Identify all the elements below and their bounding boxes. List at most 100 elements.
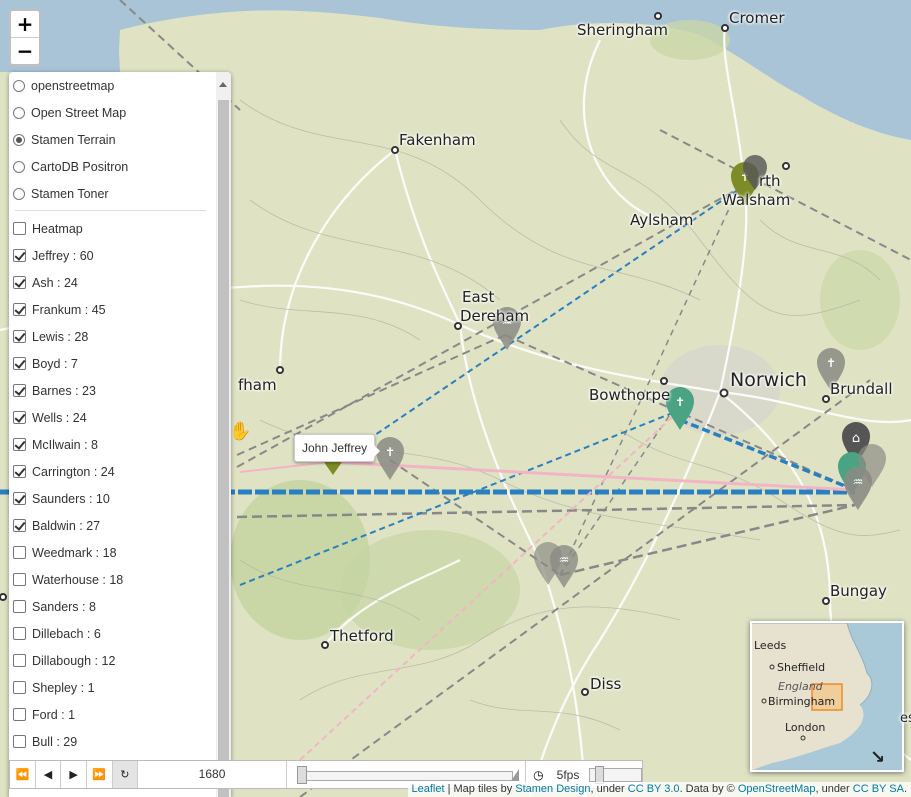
city-label: Bungay <box>830 582 887 600</box>
radio-button[interactable] <box>13 106 25 119</box>
layers-control: openstreetmap Open Street Map Stamen Terra… <box>9 72 231 797</box>
cc-by-link[interactable]: CC BY 3.0 <box>628 783 680 795</box>
checkbox[interactable] <box>13 249 26 262</box>
city-label: Sheringham <box>577 21 668 39</box>
zoom-out-button[interactable]: − <box>11 37 39 64</box>
overlay-layer-label: Wells : 24 <box>32 410 87 425</box>
city-label: Brundall <box>830 380 893 398</box>
radio-button[interactable] <box>13 187 25 200</box>
overlay-layer-option[interactable]: McIlwain : 8 <box>9 431 214 458</box>
overlay-layer-label: Waterhouse : 18 <box>32 572 124 587</box>
checkbox[interactable] <box>13 708 26 721</box>
base-layer-option[interactable]: Open Street Map <box>9 99 214 126</box>
checkbox[interactable] <box>13 654 26 667</box>
minimap-toggle-icon[interactable]: ↘ <box>870 747 885 768</box>
checkbox[interactable] <box>13 573 26 586</box>
minimap-label: Leeds <box>754 639 787 652</box>
overlay-layer-option[interactable]: Lewis : 28 <box>9 323 214 350</box>
play-button[interactable]: ▶ <box>61 761 87 788</box>
stamen-link[interactable]: Stamen Design <box>515 783 590 795</box>
base-layer-option[interactable]: Stamen Terrain <box>9 126 214 153</box>
fast-forward-button[interactable]: ⏩ <box>87 761 113 788</box>
checkbox[interactable] <box>13 681 26 694</box>
overlay-layer-option[interactable]: Sanders : 8 <box>9 593 214 620</box>
checkbox[interactable] <box>13 303 26 316</box>
base-layer-option[interactable]: CartoDB Positron <box>9 153 214 180</box>
attribution-text: , under <box>815 783 853 795</box>
osm-link[interactable]: OpenStreetMap <box>738 783 816 795</box>
checkbox[interactable] <box>13 222 26 235</box>
minimap-label: England <box>778 680 823 693</box>
scroll-thumb[interactable] <box>218 100 229 797</box>
scroll-up-arrow-icon[interactable] <box>219 82 227 87</box>
overlay-layer-option[interactable]: Carrington : 24 <box>9 458 214 485</box>
city-label: fham <box>238 376 277 394</box>
checkbox[interactable] <box>13 546 26 559</box>
radio-button[interactable] <box>13 160 25 173</box>
radio-button[interactable] <box>13 79 25 92</box>
checkbox[interactable] <box>13 330 26 343</box>
checkbox[interactable] <box>13 438 26 451</box>
checkbox[interactable] <box>13 492 26 505</box>
overlay-layer-label: Boyd : 7 <box>32 356 78 371</box>
play-icon: ▶ <box>69 769 78 781</box>
overlay-layer-option[interactable]: Jeffrey : 60 <box>9 242 214 269</box>
leaflet-link[interactable]: Leaflet <box>412 783 445 795</box>
loop-button[interactable]: ↻ <box>112 761 139 788</box>
city-label: Norwich <box>730 369 807 391</box>
overlay-layer-option[interactable]: Weedmark : 18 <box>9 539 214 566</box>
svg-text:♒: ♒ <box>559 553 570 567</box>
overlay-layer-option[interactable]: Barnes : 23 <box>9 377 214 404</box>
checkbox[interactable] <box>13 276 26 289</box>
overlay-layer-option[interactable]: Dillabough : 12 <box>9 647 214 674</box>
attribution-text: . <box>903 783 907 795</box>
base-layer-option[interactable]: Stamen Toner <box>9 180 214 207</box>
attribution-text: , under <box>590 783 628 795</box>
checkbox[interactable] <box>13 519 26 532</box>
overlay-layers-group: Heatmap Jeffrey : 60 Ash : 24 Frankum : 45 L… <box>9 215 214 782</box>
loop-icon: ↻ <box>120 769 130 781</box>
timeline-knob[interactable] <box>296 766 307 784</box>
checkbox[interactable] <box>13 627 26 640</box>
timeline-track[interactable] <box>298 771 513 781</box>
base-layer-label: Stamen Toner <box>31 186 109 201</box>
rewind-button[interactable]: ⏪ <box>10 761 36 788</box>
svg-text:✝: ✝ <box>826 356 836 370</box>
checkbox[interactable] <box>13 735 26 748</box>
radio-button[interactable] <box>13 133 25 146</box>
timeline-end-marker <box>510 769 519 781</box>
overlay-layer-option[interactable]: Saunders : 10 <box>9 485 214 512</box>
checkbox[interactable] <box>13 465 26 478</box>
step-back-icon: ◀ <box>43 769 53 781</box>
cc-by-sa-link[interactable]: CC BY SA <box>853 783 904 795</box>
fps-knob[interactable] <box>594 765 604 784</box>
minimap[interactable]: Leeds Sheffield England Birmingham Londo… <box>750 621 904 772</box>
zoom-in-button[interactable]: + <box>11 11 39 37</box>
city-label: rth <box>759 172 781 190</box>
overlay-layer-option[interactable]: Heatmap <box>9 215 214 242</box>
step-back-button[interactable]: ◀ <box>36 761 62 788</box>
hand-cursor-icon: ✋ <box>229 421 252 441</box>
checkbox[interactable] <box>13 384 26 397</box>
city-label: Diss <box>590 675 622 693</box>
overlay-layer-option[interactable]: Ford : 1 <box>9 701 214 728</box>
overlay-layer-option[interactable]: Wells : 24 <box>9 404 214 431</box>
base-layer-option[interactable]: openstreetmap <box>9 72 214 99</box>
overlay-layer-option[interactable]: Dillebach : 6 <box>9 620 214 647</box>
edge-label: es <box>900 711 911 726</box>
city-label: Walsham <box>722 191 791 209</box>
overlay-layer-option[interactable]: Boyd : 7 <box>9 350 214 377</box>
checkbox[interactable] <box>13 357 26 370</box>
overlay-layer-option[interactable]: Shepley : 1 <box>9 674 214 701</box>
overlay-layer-option[interactable]: Bull : 29 <box>9 728 214 755</box>
overlay-layer-option[interactable]: Waterhouse : 18 <box>9 566 214 593</box>
overlay-layer-label: Weedmark : 18 <box>32 545 117 560</box>
overlay-layer-option[interactable]: Frankum : 45 <box>9 296 214 323</box>
overlay-layer-option[interactable]: Baldwin : 27 <box>9 512 214 539</box>
fps-slider[interactable] <box>588 765 642 784</box>
base-layer-label: openstreetmap <box>31 78 115 93</box>
overlay-layer-option[interactable]: Ash : 24 <box>9 269 214 296</box>
checkbox[interactable] <box>13 600 26 613</box>
overlay-layer-label: McIlwain : 8 <box>32 437 98 452</box>
checkbox[interactable] <box>13 411 26 424</box>
